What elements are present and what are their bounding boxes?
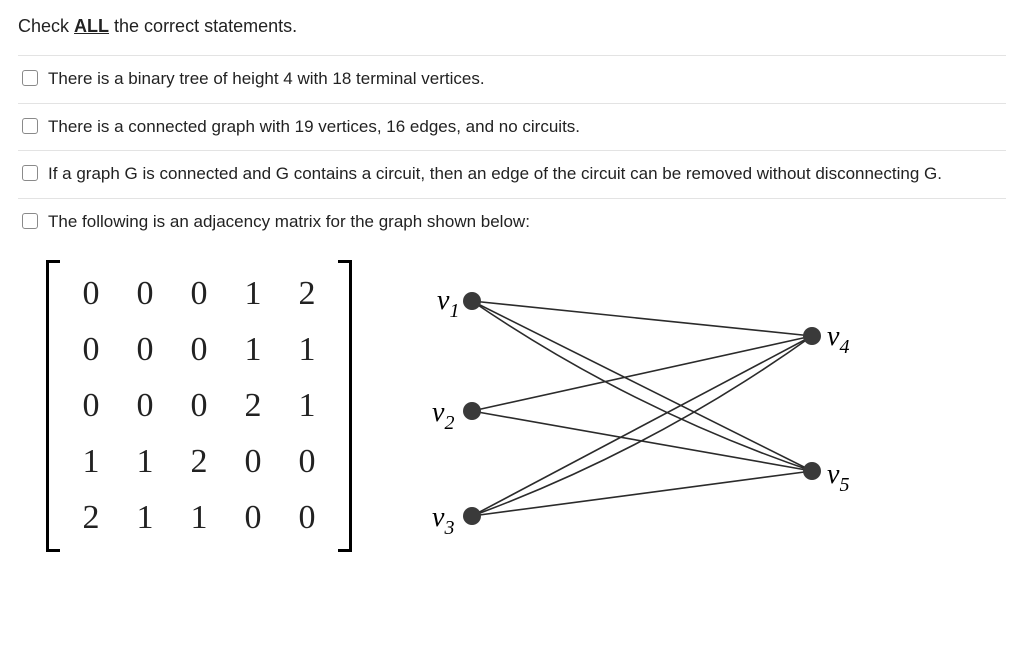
matrix-cell: 2 [299,277,316,311]
graph-svg: v1 v2 v3 v4 v5 [382,261,882,551]
figure-block: 0 0 0 1 2 0 0 0 1 1 0 0 0 2 1 1 1 2 0 0 2 1 1 0 0 v1 v2 v3 v4 v5 [46,260,1006,552]
vertex-label: v4 [827,321,849,358]
checkbox-icon[interactable] [22,70,38,86]
option-row[interactable]: If a graph G is connected and G contains… [18,151,1006,199]
option-row[interactable]: There is a connected graph with 19 verti… [18,104,1006,152]
matrix-cell: 1 [137,501,154,535]
graph-vertex [463,507,481,525]
matrix-cell: 2 [83,501,100,535]
matrix-cell: 0 [299,445,316,479]
matrix-cell: 0 [245,501,262,535]
vertex-label: v3 [432,502,454,539]
checkbox-icon[interactable] [22,213,38,229]
graph-edge [472,301,812,336]
graph-vertex [463,402,481,420]
graph-edge [472,301,812,471]
matrix-cell: 0 [83,389,100,423]
graph-figure: v1 v2 v3 v4 v5 [382,261,882,551]
adjacency-matrix: 0 0 0 1 2 0 0 0 1 1 0 0 0 2 1 1 1 2 0 0 2 1 1 0 0 [46,260,352,552]
matrix-cell: 0 [299,501,316,535]
matrix-cell: 0 [137,277,154,311]
matrix-cell: 0 [137,389,154,423]
option-text: If a graph G is connected and G contains… [48,162,1002,187]
matrix-cell: 1 [299,389,316,423]
checkbox-icon[interactable] [22,118,38,134]
prompt-keyword: ALL [74,16,109,36]
matrix-cell: 1 [83,445,100,479]
matrix-cell: 1 [137,445,154,479]
matrix-grid: 0 0 0 1 2 0 0 0 1 1 0 0 0 2 1 1 1 2 0 0 2 1 1 0 0 [60,260,338,552]
option-row[interactable]: The following is an adjacency matrix for… [18,199,1006,246]
matrix-cell: 0 [191,277,208,311]
graph-vertex [803,462,821,480]
options-list: There is a binary tree of height 4 with … [18,55,1006,246]
graph-vertex [803,327,821,345]
matrix-cell: 0 [83,277,100,311]
bracket-right-icon [338,260,352,552]
matrix-cell: 2 [191,445,208,479]
prompt-before: Check [18,16,74,36]
bracket-left-icon [46,260,60,552]
matrix-cell: 0 [191,389,208,423]
graph-vertex [463,292,481,310]
checkbox-icon[interactable] [22,165,38,181]
matrix-cell: 0 [245,445,262,479]
graph-edge [472,471,812,516]
matrix-cell: 2 [245,389,262,423]
matrix-cell: 1 [299,333,316,367]
matrix-cell: 0 [191,333,208,367]
matrix-cell: 1 [245,333,262,367]
matrix-cell: 1 [191,501,208,535]
matrix-cell: 1 [245,277,262,311]
option-text: There is a connected graph with 19 verti… [48,115,1002,140]
option-text: There is a binary tree of height 4 with … [48,67,1002,92]
option-row[interactable]: There is a binary tree of height 4 with … [18,56,1006,104]
question-prompt: Check ALL the correct statements. [18,16,1006,37]
option-text: The following is an adjacency matrix for… [48,210,1002,235]
prompt-after: the correct statements. [109,16,297,36]
vertex-label: v2 [432,397,454,434]
vertex-label: v5 [827,459,849,496]
matrix-cell: 0 [137,333,154,367]
vertex-label: v1 [437,285,459,322]
graph-edge [472,336,812,516]
matrix-cell: 0 [83,333,100,367]
